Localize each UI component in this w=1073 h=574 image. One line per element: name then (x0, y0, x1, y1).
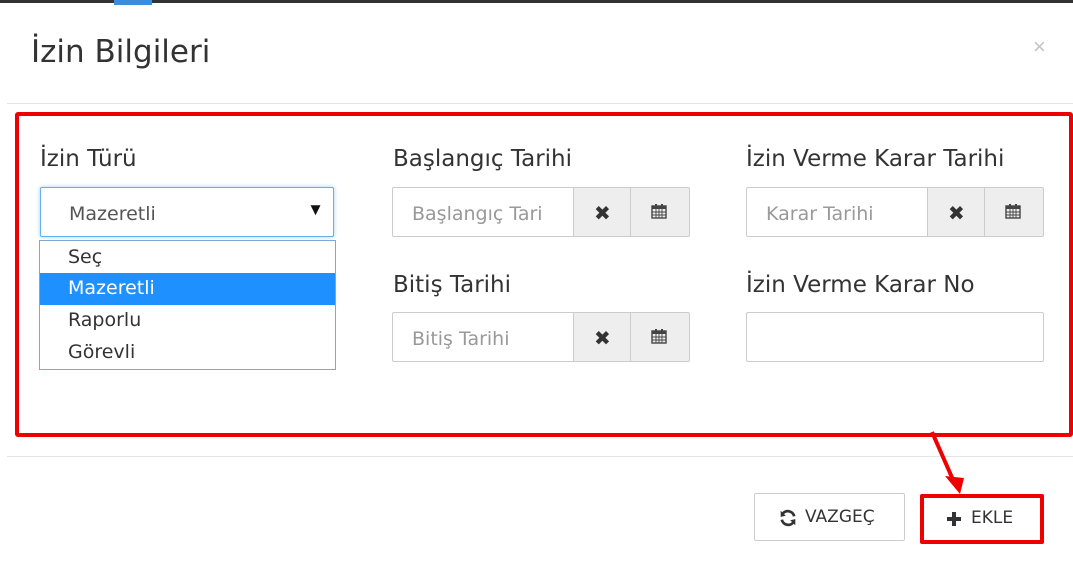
end-date-placeholder: Bitiş Tarihi (412, 328, 510, 350)
decision-date-placeholder: Karar Tarihi (766, 203, 874, 225)
end-date-label: Bitiş Tarihi (393, 272, 512, 298)
decision-date-label: İzin Verme Karar Tarihi (746, 146, 1005, 172)
calendar-icon (1005, 204, 1021, 219)
clear-icon: ✖ (948, 203, 965, 225)
start-date-clear-button[interactable]: ✖ (573, 187, 631, 237)
start-date-calendar-button[interactable] (630, 187, 690, 237)
start-date-placeholder: Başlangıç Tari (412, 203, 543, 225)
close-icon[interactable]: × (1033, 34, 1046, 60)
plus-icon (947, 512, 961, 526)
active-tab-indicator (114, 0, 152, 5)
decision-date-input[interactable]: Karar Tarihi (746, 187, 928, 237)
leave-type-label: İzin Türü (40, 146, 137, 172)
caret-down-icon: ▼ (307, 200, 324, 219)
leave-type-select[interactable]: Mazeretli ▼ (40, 187, 334, 237)
decision-no-input[interactable] (746, 312, 1044, 362)
start-date-input[interactable]: Başlangıç Tari (392, 187, 574, 237)
refresh-icon (780, 509, 796, 527)
window-top-border (0, 0, 1073, 3)
end-date-clear-button[interactable]: ✖ (573, 312, 631, 362)
decision-no-label: İzin Verme Karar No (746, 272, 975, 298)
end-date-input[interactable]: Bitiş Tarihi (392, 312, 574, 362)
leave-type-dropdown-list: Seç Mazeretli Raporlu Görevli (39, 240, 336, 370)
dropdown-option[interactable]: Raporlu (40, 305, 335, 337)
cancel-button[interactable]: VAZGEÇ (754, 493, 905, 541)
start-date-input-group: Başlangıç Tari ✖ (392, 187, 690, 237)
clear-icon: ✖ (594, 203, 611, 225)
footer-divider (7, 456, 1073, 457)
calendar-icon (651, 204, 667, 219)
add-button[interactable]: EKLE (920, 494, 1044, 544)
decision-date-clear-button[interactable]: ✖ (927, 187, 985, 237)
decision-date-calendar-button[interactable] (984, 187, 1044, 237)
dropdown-option-selected[interactable]: Mazeretli (40, 273, 335, 305)
dropdown-option[interactable]: Seç (40, 242, 335, 274)
end-date-input-group: Bitiş Tarihi ✖ (392, 312, 690, 362)
annotation-arrow (930, 431, 964, 494)
calendar-icon (651, 329, 667, 344)
modal-title: İzin Bilgileri (31, 34, 211, 70)
dropdown-option[interactable]: Görevli (40, 337, 335, 369)
add-button-label: EKLE (971, 508, 1014, 528)
cancel-button-label: VAZGEÇ (805, 507, 875, 527)
leave-type-selected-value: Mazeretli (69, 203, 156, 225)
decision-date-input-group: Karar Tarihi ✖ (746, 187, 1044, 237)
header-divider (7, 103, 1073, 104)
clear-icon: ✖ (594, 328, 611, 350)
end-date-calendar-button[interactable] (630, 312, 690, 362)
start-date-label: Başlangıç Tarihi (393, 146, 573, 172)
